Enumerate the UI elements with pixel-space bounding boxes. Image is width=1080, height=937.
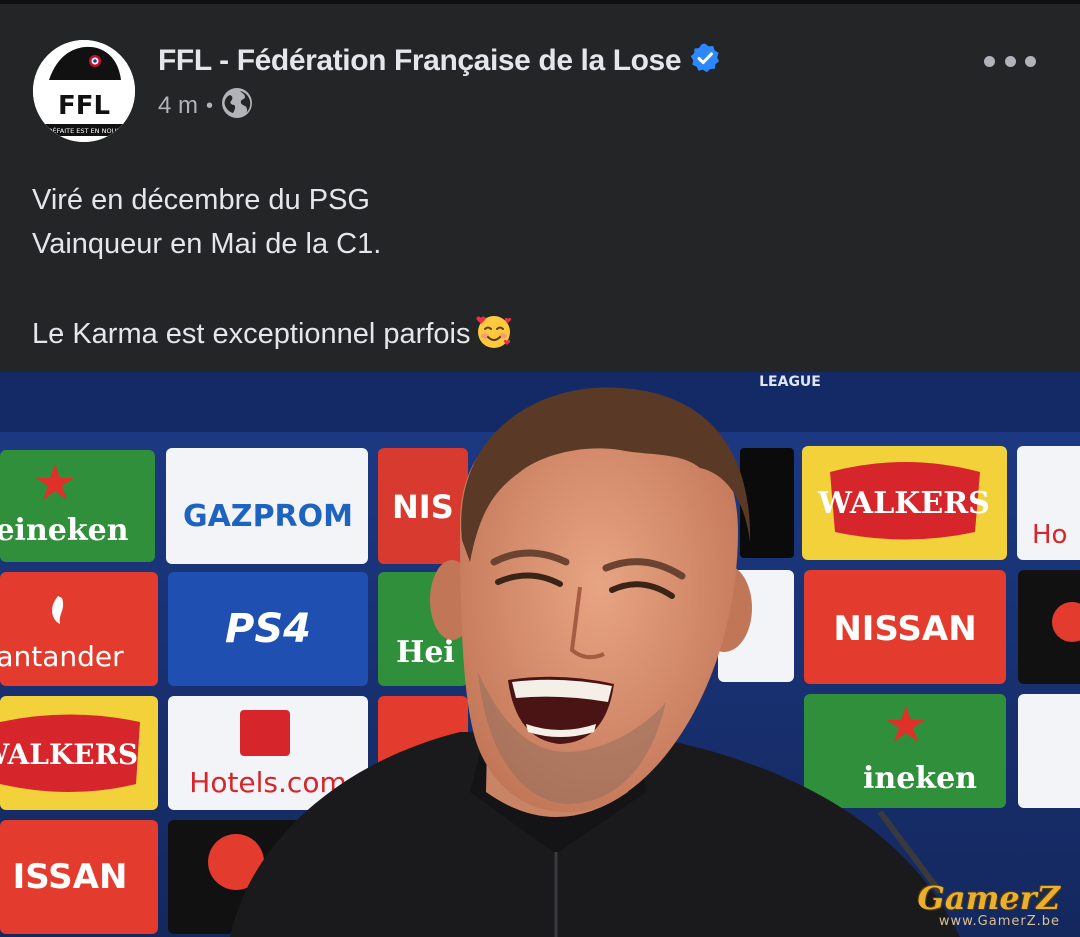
caption-line-3-wrap: Le Karma est exceptionnel parfois (32, 311, 1032, 364)
board-ps4: PS4 (225, 606, 311, 652)
more-dot (1004, 55, 1016, 67)
press-conference-photo: LEAGUE eineken GAZPROM NIS WALKERS Ho an… (0, 372, 1080, 937)
smiling-face-with-hearts-emoji-icon (474, 311, 514, 364)
page-name-link[interactable]: FFL - Fédération Française de la Lose (158, 42, 721, 82)
more-dot (984, 55, 995, 67)
post-meta: 4 m • (158, 87, 253, 122)
caption-line-1: Viré en décembre du PSG (32, 184, 370, 216)
meta-separator: • (206, 94, 214, 117)
board-heineken-right: ineken (863, 761, 977, 796)
more-options-button[interactable] (984, 46, 1036, 76)
board-nissan-bottom: ISSAN (13, 857, 128, 897)
board-league: LEAGUE (759, 374, 821, 390)
caption-line-2: Vainqueur en Mai de la C1. (32, 228, 382, 260)
ffl-logo: FFL DÉFAITE EST EN NOUS (33, 40, 135, 142)
page-avatar[interactable]: FFL DÉFAITE EST EN NOUS (33, 40, 135, 142)
caption-line-3: Le Karma est exceptionnel parfois (32, 318, 471, 350)
post-caption: Viré en décembre du PSG Vainqueur en Mai… (32, 178, 1032, 364)
verified-badge-icon (689, 42, 721, 82)
logo-tagline: DÉFAITE EST EN NOUS (48, 126, 121, 135)
board-hotels: Hotels.com (189, 766, 346, 799)
more-dot (1025, 55, 1036, 67)
board-heineken-partial: Hei (396, 635, 455, 670)
timestamp-link[interactable]: 4 m (158, 92, 198, 120)
post-header: FFL DÉFAITE EST EN NOUS FFL - Fédération… (0, 4, 1080, 144)
board-walkers-partial: WALKERS (0, 738, 138, 771)
post-photo[interactable]: LEAGUE eineken GAZPROM NIS WALKERS Ho an… (0, 372, 1080, 937)
board-nissan: NISSAN (833, 609, 976, 649)
logo-initials: FFL (58, 91, 110, 121)
board-heineken: eineken (0, 513, 129, 548)
globe-icon[interactable] (221, 87, 253, 126)
board-walkers: WALKERS (817, 486, 990, 521)
board-santander: antander (0, 640, 124, 673)
board-nissan-partial: NIS (392, 488, 454, 526)
board-gazprom: GAZPROM (183, 499, 353, 534)
board-hotels-partial: Ho (1032, 520, 1067, 550)
page-name[interactable]: FFL - Fédération Française de la Lose (158, 44, 682, 77)
